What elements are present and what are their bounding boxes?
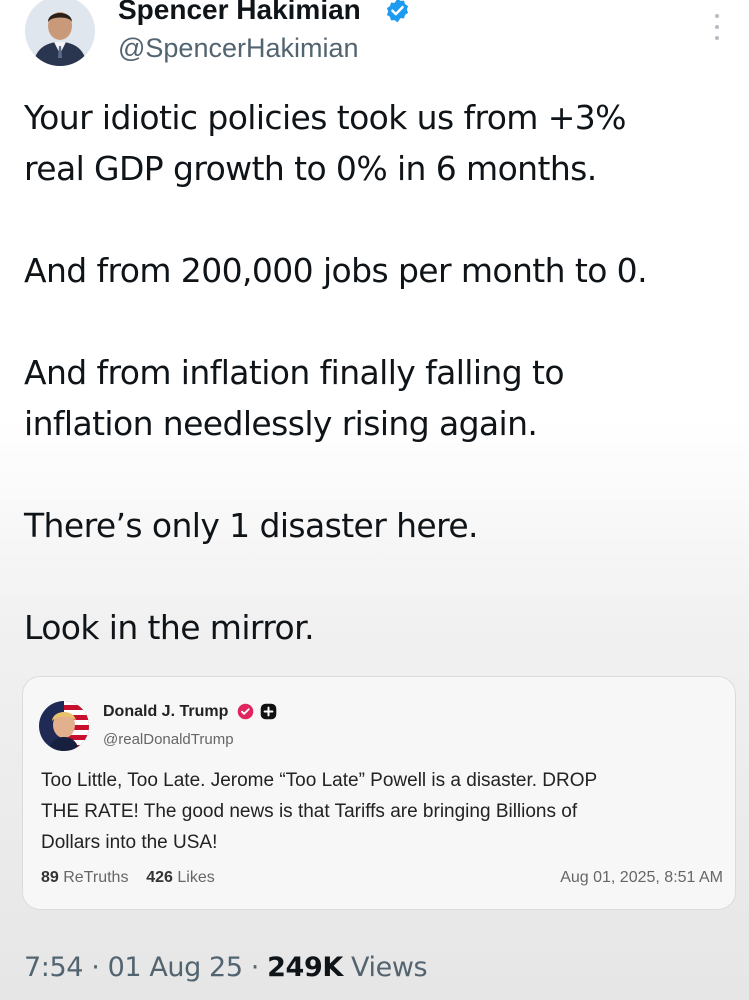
retruths-label: ReTruths bbox=[63, 869, 129, 886]
tweet-paragraph: And from inflation finally falling to in… bbox=[24, 347, 734, 449]
quoted-post-stats: 89 ReTruths 426 Likes bbox=[41, 869, 215, 887]
tweet-line: And from 200,000 jobs per month to 0. bbox=[24, 251, 648, 290]
quoted-text-line: Too Little, Too Late. Jerome “Too Late” … bbox=[41, 770, 598, 791]
tweet-line: Look in the mirror. bbox=[24, 608, 315, 647]
quoted-post-text: Too Little, Too Late. Jerome “Too Late” … bbox=[41, 765, 701, 858]
likes-count: 426 bbox=[146, 869, 173, 886]
tweet-line: Your idiotic policies took us from +3% bbox=[24, 98, 627, 137]
verified-badge-icon bbox=[237, 703, 254, 720]
retruths-count: 89 bbox=[41, 869, 59, 886]
quoted-author-handle[interactable]: @realDonaldTrump bbox=[103, 731, 234, 748]
tweet-paragraph: And from 200,000 jobs per month to 0. bbox=[24, 245, 734, 296]
quoted-text-line: Dollars into the USA! bbox=[41, 832, 218, 853]
quoted-author-name[interactable]: Donald J. Trump bbox=[103, 703, 228, 721]
quoted-avatar-image bbox=[39, 701, 89, 751]
meta-separator: · bbox=[91, 952, 100, 983]
views-label: Views bbox=[351, 952, 428, 983]
quoted-author-avatar[interactable] bbox=[39, 701, 89, 751]
tweet-header: Spencer Hakimian @SpencerHakimian bbox=[0, 0, 749, 80]
plus-badge-icon bbox=[260, 703, 277, 720]
tweet-time[interactable]: 7:54 bbox=[24, 952, 83, 983]
author-avatar-image bbox=[25, 0, 95, 66]
tweet-date[interactable]: 01 Aug 25 bbox=[108, 952, 243, 983]
tweet-meta: 7:54 · 01 Aug 25 · 249K Views bbox=[24, 952, 428, 983]
likes-label: Likes bbox=[177, 869, 215, 886]
tweet-text: Your idiotic policies took us from +3% r… bbox=[24, 92, 734, 704]
tweet-paragraph: There’s only 1 disaster here. bbox=[24, 500, 734, 551]
meta-separator: · bbox=[250, 952, 260, 983]
verified-badge-icon bbox=[386, 0, 409, 23]
tweet-paragraph: Look in the mirror. bbox=[24, 602, 734, 653]
tweet-line: real GDP growth to 0% in 6 months. bbox=[24, 149, 597, 188]
quoted-post-card[interactable]: Donald J. Trump @realDonaldTrump Too Lit… bbox=[22, 676, 736, 910]
author-name[interactable]: Spencer Hakimian bbox=[118, 0, 361, 26]
quoted-post-timestamp: Aug 01, 2025, 8:51 AM bbox=[560, 869, 723, 886]
tweet-line: There’s only 1 disaster here. bbox=[24, 506, 479, 545]
views-count[interactable]: 249K bbox=[267, 952, 343, 983]
author-handle[interactable]: @SpencerHakimian bbox=[118, 33, 359, 64]
author-avatar[interactable] bbox=[25, 0, 95, 66]
tweet-line: And from inflation finally falling to bbox=[24, 353, 565, 392]
tweet-paragraph: Your idiotic policies took us from +3% r… bbox=[24, 92, 734, 194]
quoted-text-line: THE RATE! The good news is that Tariffs … bbox=[41, 801, 578, 822]
tweet-line: inflation needlessly rising again. bbox=[24, 404, 538, 443]
more-options-icon[interactable] bbox=[712, 14, 722, 40]
